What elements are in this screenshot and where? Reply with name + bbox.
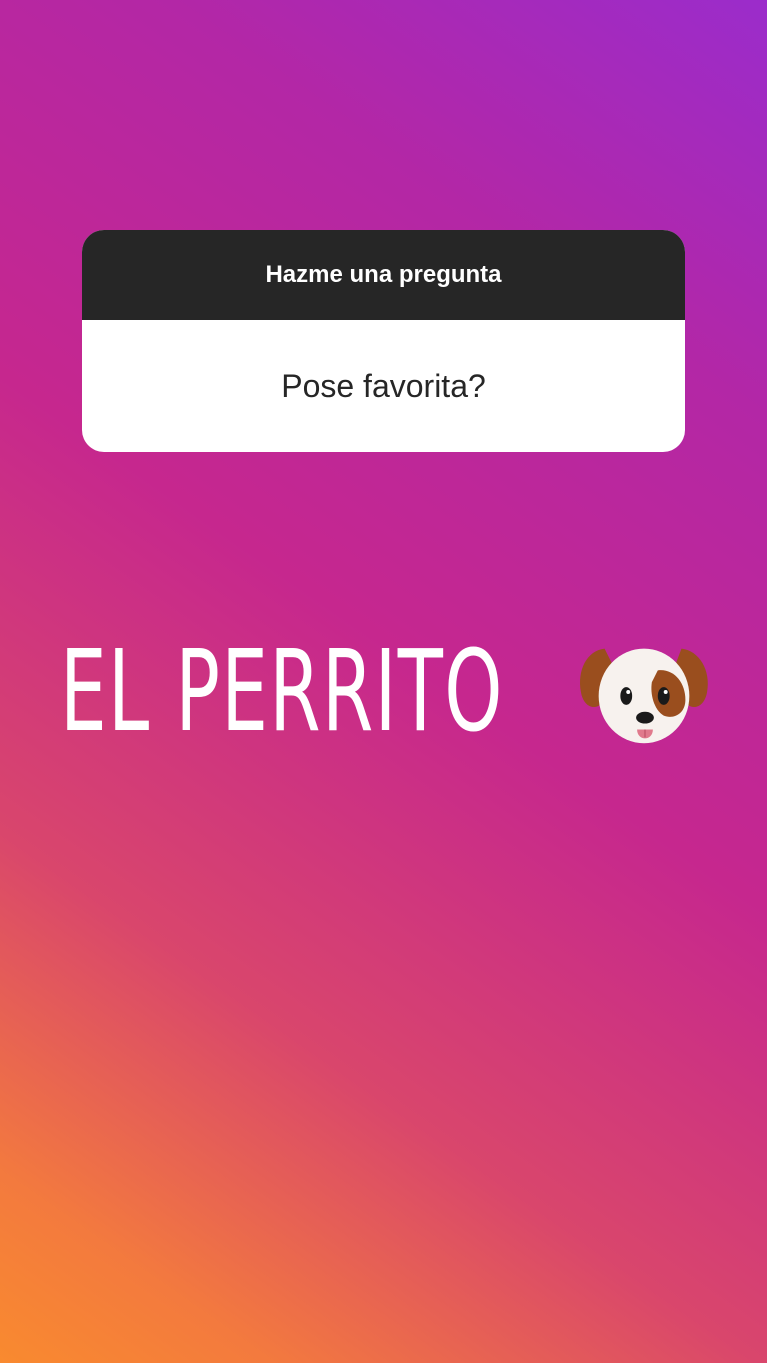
dog-face-icon [580,648,708,744]
question-sticker-header: Hazme una pregunta [82,230,685,320]
question-sticker[interactable]: Hazme una pregunta Pose favorita? [82,230,685,452]
question-sticker-text: Pose favorita? [281,367,486,404]
answer-text: EL PERRITO [60,627,504,757]
answer-row: EL PERRITO [60,622,720,762]
